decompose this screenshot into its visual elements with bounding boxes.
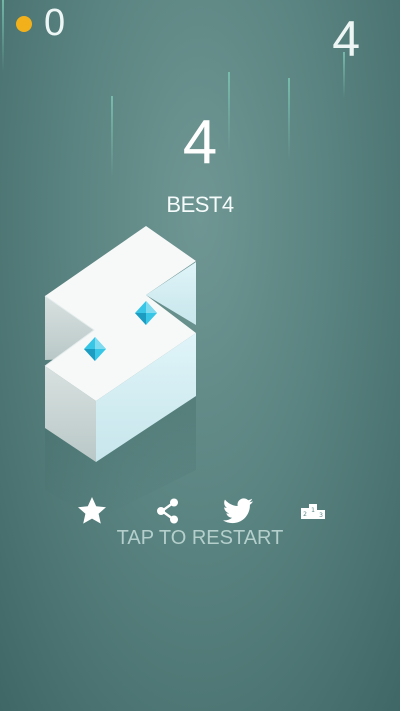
action-bar: 1 2 3 xyxy=(0,494,400,528)
share-button[interactable] xyxy=(148,494,188,528)
star-icon xyxy=(78,497,106,524)
tap-to-restart-label[interactable]: TAP TO RESTART xyxy=(0,527,400,550)
leaderboard-button[interactable]: 1 2 3 xyxy=(293,494,333,528)
svg-text:1: 1 xyxy=(311,507,315,514)
podium-icon: 1 2 3 xyxy=(301,504,325,519)
svg-text:3: 3 xyxy=(319,512,323,519)
twitter-icon xyxy=(222,498,253,524)
svg-text:2: 2 xyxy=(303,511,307,518)
share-icon xyxy=(157,498,178,524)
rate-button[interactable] xyxy=(72,494,112,528)
twitter-button[interactable] xyxy=(218,494,258,528)
block-path xyxy=(44,226,196,520)
